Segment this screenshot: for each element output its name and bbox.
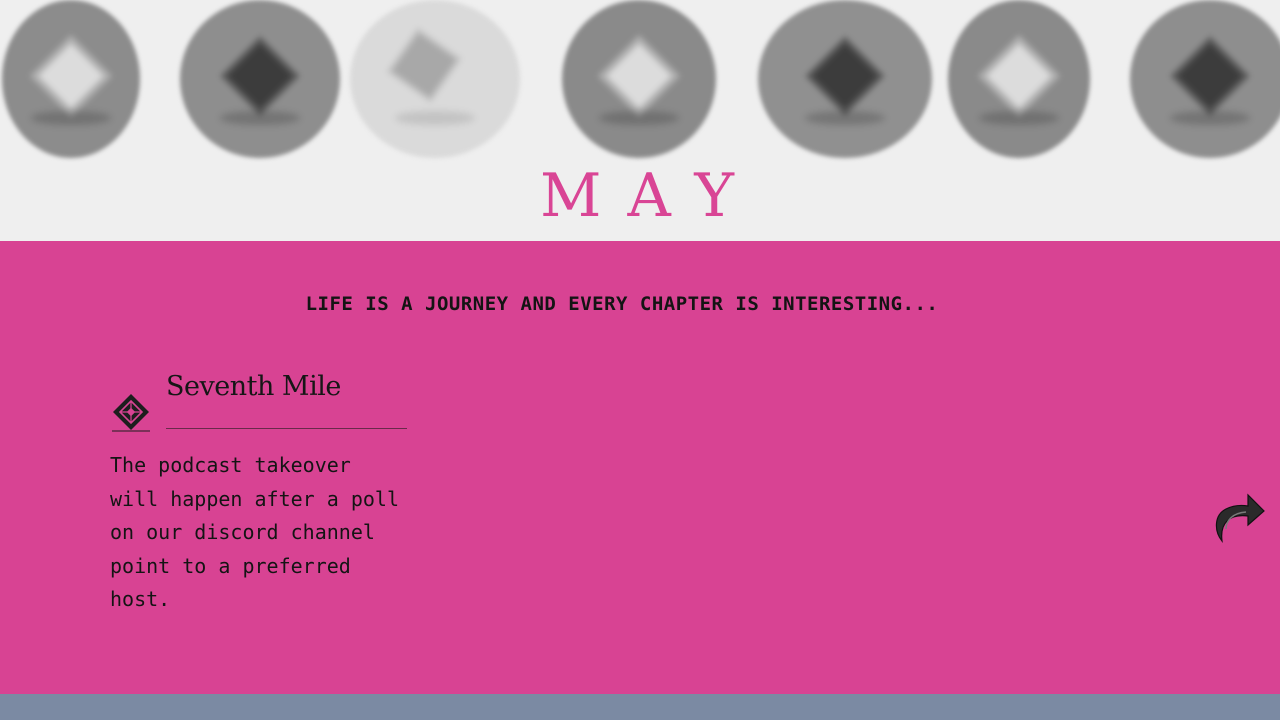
badge-light-icon: [597, 34, 681, 117]
curved-arrow-right-icon[interactable]: [1212, 485, 1266, 545]
gallery-badge-5: [758, 0, 932, 158]
seventh-mile-logo-icon: [112, 394, 150, 432]
gallery-badge-6: [948, 0, 1090, 158]
badge-dark-icon: [220, 36, 300, 116]
brand-divider: [166, 428, 407, 429]
gallery-badge-4: [562, 0, 716, 158]
gallery-badge-3: [350, 0, 520, 158]
gallery-badge-7: [1130, 0, 1280, 158]
badge-light-icon: [977, 34, 1061, 117]
footer-band: [0, 694, 1280, 720]
badge-dark-icon: [805, 36, 885, 116]
brand-name: Seventh Mile: [166, 371, 341, 402]
header-band: MAY: [0, 0, 1280, 241]
announcement-text: The podcast takeover will happen after a…: [110, 453, 399, 611]
gallery-badge-2: [180, 0, 340, 158]
badge-light-icon: [29, 34, 113, 117]
gallery-badge-1: [2, 0, 140, 158]
content-panel: LIFE IS A JOURNEY AND EVERY CHAPTER IS I…: [0, 241, 1280, 694]
tagline: LIFE IS A JOURNEY AND EVERY CHAPTER IS I…: [305, 293, 939, 315]
badge-faded-icon: [386, 27, 462, 103]
badge-dark-icon: [1170, 36, 1250, 116]
month-title: MAY: [540, 161, 760, 231]
